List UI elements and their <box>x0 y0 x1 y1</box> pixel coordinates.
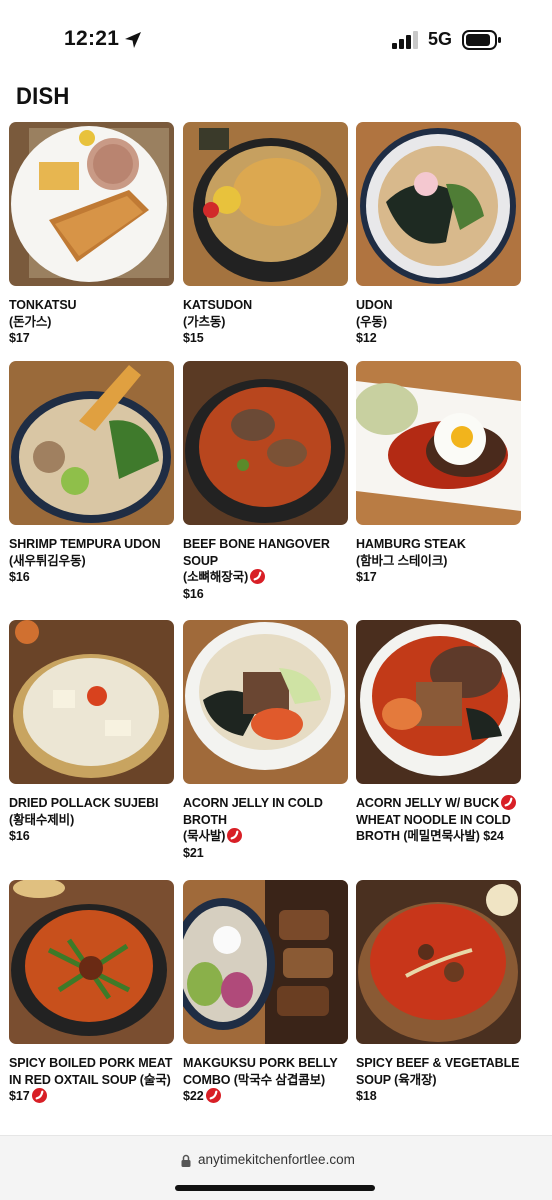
dish-name: SPICY BOILED PORK MEAT <box>9 1056 173 1070</box>
menu-item-tonkatsu[interactable]: TONKATSU (돈가스) $17 <box>9 122 174 347</box>
dish-price: $18 <box>356 1089 377 1103</box>
dish-price: $16 <box>9 829 30 843</box>
status-bar: 12:21 5G <box>0 0 552 80</box>
chili-pepper-icon <box>227 828 243 843</box>
dish-price: $17 <box>356 570 377 584</box>
location-arrow-icon <box>125 32 141 48</box>
dish-korean-name: (함바그 스테이크) <box>356 553 448 568</box>
dish-korean-name: IN RED OXTAIL SOUP (술국) <box>9 1072 171 1087</box>
chili-pepper-icon <box>205 1088 221 1103</box>
dish-name: ACORN JELLY IN COLD BROTH <box>183 796 323 827</box>
browser-address-bar[interactable]: anytimekitchenfortlee.com <box>0 1135 552 1200</box>
dish-name: SHRIMP TEMPURA UDON <box>9 537 161 551</box>
dish-photo <box>356 620 521 784</box>
dish-photo <box>356 880 521 1044</box>
menu-item-beef-bone-hangover-soup[interactable]: BEEF BONE HANGOVER SOUP (소뼈해장국) $16 <box>183 361 348 602</box>
dish-photo <box>183 880 348 1044</box>
dish-korean-name: COMBO (막국수 삼겹콤보) <box>183 1072 326 1087</box>
menu-item-katsudon[interactable]: KATSUDON (가츠동) $15 <box>183 122 348 347</box>
dish-price: $16 <box>183 586 204 601</box>
dish-korean-name: (우동) <box>356 314 387 329</box>
menu-item-shrimp-tempura-udon[interactable]: SHRIMP TEMPURA UDON (새우튀김우동) $16 <box>9 361 174 586</box>
menu-item-udon[interactable]: UDON (우동) $12 <box>356 122 521 347</box>
dish-photo <box>356 361 521 525</box>
dish-korean-name: WHEAT NOODLE IN COLD <box>356 812 511 827</box>
dish-korean-name: (가츠동) <box>183 314 226 329</box>
dish-photo <box>9 122 174 286</box>
chili-pepper-icon <box>501 795 517 810</box>
section-title: DISH <box>16 83 70 110</box>
battery-icon <box>462 30 501 50</box>
dish-name: BEEF BONE HANGOVER SOUP <box>183 537 330 568</box>
dish-photo <box>9 880 174 1044</box>
dish-name: HAMBURG STEAK <box>356 537 466 551</box>
dish-name: UDON <box>356 298 393 312</box>
dish-price: $22 <box>183 1088 348 1105</box>
menu-item-dried-pollack-sujebi[interactable]: DRIED POLLACK SUJEBI (황태수제비) $16 <box>9 620 174 845</box>
dish-photo <box>9 361 174 525</box>
dish-name: MAKGUKSU PORK BELLY <box>183 1056 338 1070</box>
dish-photo <box>9 620 174 784</box>
menu-item-spicy-boiled-pork-meat[interactable]: SPICY BOILED PORK MEAT IN RED OXTAIL SOU… <box>9 880 174 1105</box>
dish-price: $21 <box>183 845 204 860</box>
dish-price: $12 <box>356 331 377 345</box>
dish-price: $17 <box>9 1088 174 1105</box>
menu-item-acorn-jelly-cold-broth[interactable]: ACORN JELLY IN COLD BROTH (묵사발) $21 <box>183 620 348 861</box>
dish-photo <box>356 122 521 286</box>
dish-korean-name: (황태수제비) <box>9 812 75 827</box>
lock-icon <box>181 1154 191 1167</box>
status-time: 12:21 <box>64 27 120 50</box>
chili-pepper-icon <box>250 569 266 584</box>
cellular-signal-icon <box>392 31 418 49</box>
dish-price: $16 <box>9 570 30 584</box>
dish-name: SPICY BEEF & VEGETABLE <box>356 1056 520 1070</box>
dish-photo <box>183 122 348 286</box>
menu-item-spicy-beef-vegetable-soup[interactable]: SPICY BEEF & VEGETABLE SOUP (육개장) $18 <box>356 880 521 1105</box>
dish-name: DRIED POLLACK SUJEBI <box>9 796 159 810</box>
menu-item-acorn-jelly-buckwheat-noodle[interactable]: ACORN JELLY W/ BUCK WHEAT NOODLE IN COLD… <box>356 620 521 845</box>
menu-item-hamburg-steak[interactable]: HAMBURG STEAK (함바그 스테이크) $17 <box>356 361 521 586</box>
dish-name: TONKATSU <box>9 298 77 312</box>
dish-price: $15 <box>183 331 204 345</box>
dish-price: BROTH (메밀면묵사발) $24 <box>356 829 504 843</box>
network-label: 5G <box>428 29 453 49</box>
dish-korean-name: (묵사발) <box>183 828 348 845</box>
dish-korean-name: (새우튀김우동) <box>9 553 86 568</box>
url-text: anytimekitchenfortlee.com <box>198 1152 355 1167</box>
dish-photo <box>183 361 348 525</box>
dish-photo <box>183 620 348 784</box>
dish-korean-name: SOUP (육개장) <box>356 1072 437 1087</box>
dish-name: KATSUDON <box>183 298 253 312</box>
dish-name: ACORN JELLY W/ BUCK <box>356 795 521 812</box>
dish-korean-name: (돈가스) <box>9 314 52 329</box>
home-indicator[interactable] <box>175 1185 375 1191</box>
chili-pepper-icon <box>31 1088 47 1103</box>
dish-korean-name: (소뼈해장국) <box>183 569 348 586</box>
dish-price: $17 <box>9 331 30 345</box>
menu-item-makguksu-pork-belly-combo[interactable]: MAKGUKSU PORK BELLY COMBO (막국수 삼겹콤보) $22 <box>183 880 348 1105</box>
